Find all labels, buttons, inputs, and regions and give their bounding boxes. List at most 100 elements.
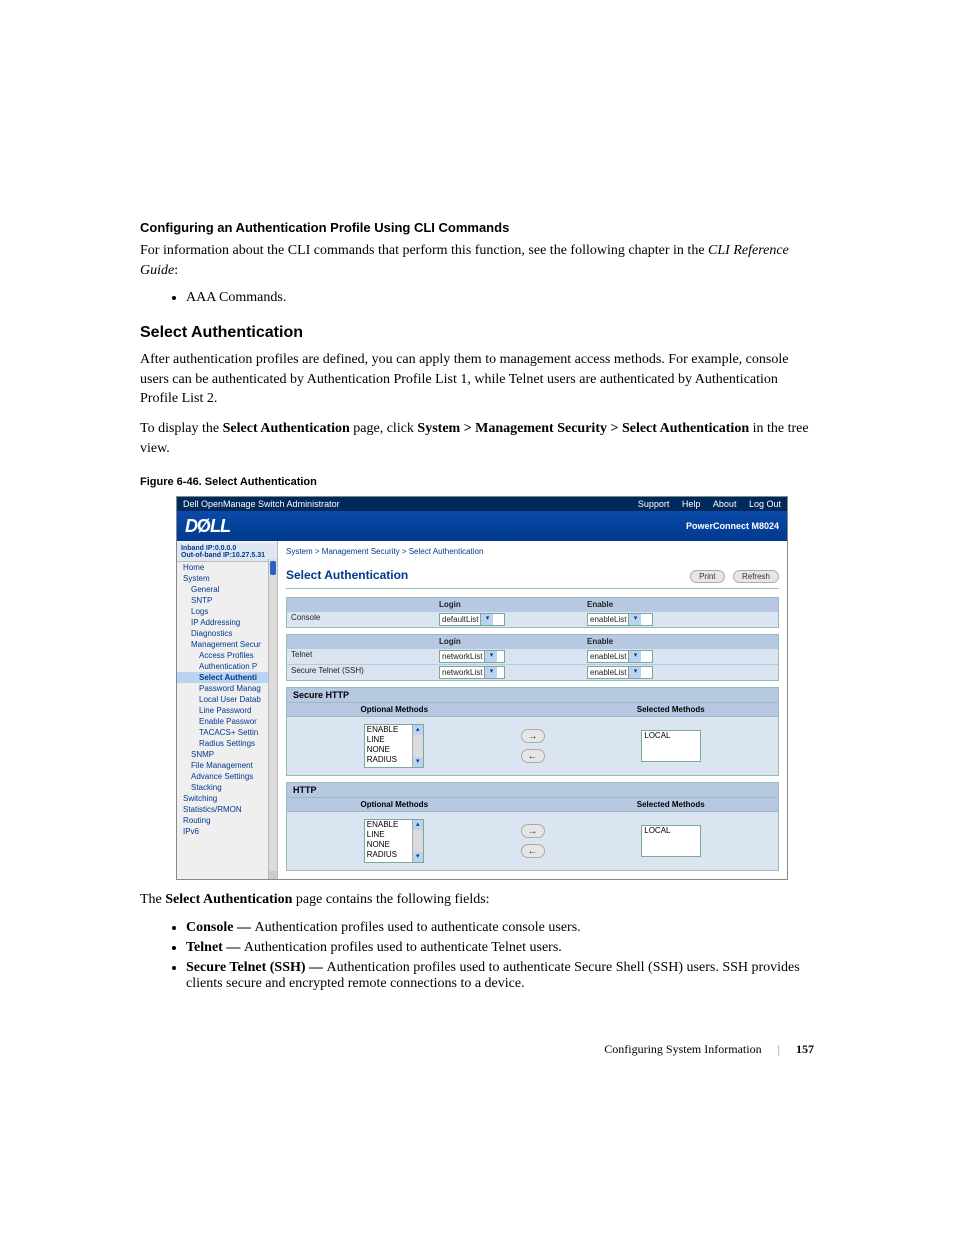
console-login-select[interactable]: defaultList▾ [439,613,505,626]
chevron-down-icon: ▾ [628,651,641,662]
divider-icon: | [778,1042,780,1057]
tree-node[interactable]: System [177,573,277,584]
tree-node[interactable]: Radius Settings [177,738,277,749]
tree-node[interactable]: Stacking [177,782,277,793]
chevron-down-icon: ▾ [628,614,641,625]
tree-node[interactable]: Password Manag [177,683,277,694]
section-heading: Select Authentication [140,324,814,342]
col-enable-header: Enable [583,598,778,611]
console-enable-select[interactable]: enableList▾ [587,613,653,626]
embedded-screenshot: Dell OpenManage Switch Administrator Sup… [176,496,788,880]
brand-bar: DØLL PowerConnect M8024 [177,511,787,541]
tree-node[interactable]: IP Addressing [177,617,277,628]
cli-bullet-list: AAA Commands. [140,290,814,306]
breadcrumb: System > Management Security > Select Au… [286,547,779,556]
row-label-telnet: Telnet [287,649,435,664]
text: For information about the CLI commands t… [140,243,708,258]
tree-node[interactable]: Home [177,562,277,573]
link-about[interactable]: About [713,499,737,509]
tree-node[interactable]: SNTP [177,595,277,606]
move-right-button[interactable]: → [521,824,545,838]
figure-caption: Figure 6-46. Select Authentication [140,476,814,488]
page-number: 157 [796,1042,814,1057]
move-left-button[interactable]: ← [521,844,545,858]
tree-node[interactable]: Enable Passwor [177,716,277,727]
body-paragraph: After authentication profiles are define… [140,350,814,409]
tree-node[interactable]: File Management [177,760,277,771]
optional-methods-header: Optional Methods [287,798,502,811]
link-logout[interactable]: Log Out [749,499,781,509]
move-left-button[interactable]: ← [521,749,545,763]
cli-paragraph: For information about the CLI commands t… [140,241,814,280]
tree-node[interactable]: Management Secur [177,639,277,650]
text: page contains the following fields: [292,892,489,907]
tree-node[interactable]: Access Profiles [177,650,277,661]
tree-node[interactable]: Line Password [177,705,277,716]
ssh-enable-select[interactable]: enableList▾ [587,666,653,679]
methods-header-row: Optional Methods Selected Methods [286,798,779,812]
ip-info-box: Inband IP:0.0.0.0 Out-of-band IP:10.27.5… [177,543,277,562]
selected-methods-header: Selected Methods [564,703,779,716]
dell-logo: DØLL [185,516,230,537]
tree-node[interactable]: Authentication P [177,661,277,672]
optional-methods-listbox[interactable]: ENABLE LINE NONE RADIUS ▴▾ [364,819,424,863]
refresh-button[interactable]: Refresh [733,570,779,583]
tree-node[interactable]: Local User Datab [177,694,277,705]
optional-methods-header: Optional Methods [287,703,502,716]
text: To display the [140,421,223,436]
link-help[interactable]: Help [682,499,701,509]
selected-methods-listbox[interactable]: LOCAL [641,730,701,762]
col-enable-header: Enable [583,635,778,648]
page-title: Select Authentication [286,568,408,582]
content-pane: System > Management Security > Select Au… [278,541,787,879]
selected-methods-listbox[interactable]: LOCAL [641,825,701,857]
nav-tree[interactable]: Inband IP:0.0.0.0 Out-of-band IP:10.27.5… [177,541,278,879]
text: The [140,892,165,907]
list-item: Console — Authentication profiles used t… [186,920,814,936]
body-paragraph: To display the Select Authentication pag… [140,419,814,458]
footer-section-name: Configuring System Information [604,1042,761,1057]
window-titlebar: Dell OpenManage Switch Administrator Sup… [177,497,787,511]
tree-node[interactable]: Switching [177,793,277,804]
cli-heading: Configuring an Authentication Profile Us… [140,220,814,235]
tree-node[interactable]: IPv6 [177,826,277,837]
tree-node[interactable]: Advance Settings [177,771,277,782]
text-bold: System > Management Security > Select Au… [417,421,749,436]
after-figure-paragraph: The Select Authentication page contains … [140,890,814,910]
print-button[interactable]: Print [690,570,724,583]
tree-node[interactable]: Logs [177,606,277,617]
col-login-header: Login [435,635,583,648]
chevron-down-icon: ▾ [413,757,423,767]
inband-ip: Inband IP:0.0.0.0 [181,545,273,552]
text: page, click [350,421,418,436]
tree-node[interactable]: General [177,584,277,595]
text-bold: Select Authentication [223,421,350,436]
optional-methods-listbox[interactable]: ENABLE LINE NONE RADIUS ▴▾ [364,724,424,768]
link-support[interactable]: Support [638,499,670,509]
chevron-up-icon: ▴ [413,820,423,830]
tree-node[interactable]: Statistics/RMON [177,804,277,815]
list-item: AAA Commands. [186,290,814,306]
secure-http-methods-row: ENABLE LINE NONE RADIUS ▴▾ → ← LOCAL [286,717,779,776]
col-login-header: Login [435,598,583,611]
telnet-panel: Login Enable Telnet networkList▾ enableL… [286,634,779,681]
text-bold: Select Authentication [165,892,292,907]
tree-node[interactable]: SNMP [177,749,277,760]
list-item: Secure Telnet (SSH) — Authentication pro… [186,960,814,992]
row-label-ssh: Secure Telnet (SSH) [287,665,435,680]
http-title: HTTP [286,782,779,798]
move-right-button[interactable]: → [521,729,545,743]
tree-node[interactable]: Routing [177,815,277,826]
tree-scrollbar[interactable] [268,559,277,879]
tree-node[interactable]: TACACS+ Settin [177,727,277,738]
tree-node[interactable]: Diagnostics [177,628,277,639]
tree-node[interactable]: Select Authenti [177,672,277,683]
telnet-enable-select[interactable]: enableList▾ [587,650,653,663]
secure-http-title: Secure HTTP [286,687,779,703]
fields-list: Console — Authentication profiles used t… [140,920,814,992]
telnet-login-select[interactable]: networkList▾ [439,650,505,663]
product-name: PowerConnect M8024 [686,521,779,531]
chevron-up-icon: ▴ [413,725,423,735]
methods-header-row: Optional Methods Selected Methods [286,703,779,717]
ssh-login-select[interactable]: networkList▾ [439,666,505,679]
